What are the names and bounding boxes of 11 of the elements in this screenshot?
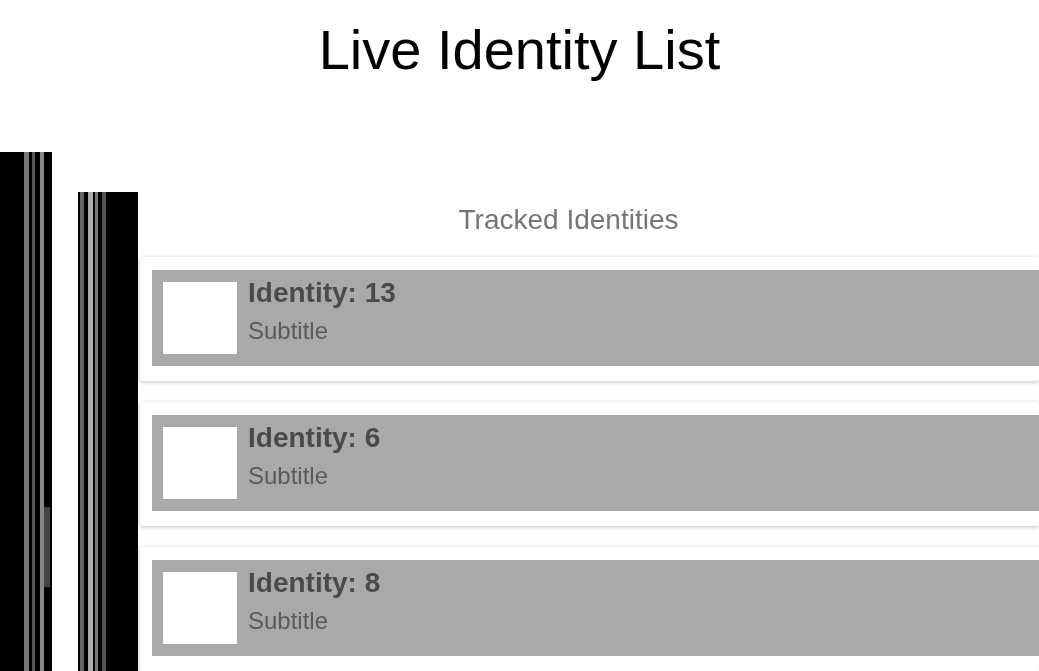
item-subtitle: Subtitle [248,316,330,346]
item-title: Identity: 8 [248,566,381,600]
list-card[interactable]: Identity: 6 Subtitle [140,402,1039,526]
item-title: Identity: 13 [248,276,396,310]
list-card[interactable]: Identity: 8 Subtitle [140,547,1039,671]
item-title: Identity: 6 [248,421,381,455]
screen-header: Tracked Identities [458,203,679,237]
list-card[interactable]: Identity: 13 Subtitle [140,257,1039,381]
item-subtitle: Subtitle [248,461,330,491]
item-subtitle: Subtitle [248,606,330,636]
page-title: Live Identity List [318,17,721,83]
